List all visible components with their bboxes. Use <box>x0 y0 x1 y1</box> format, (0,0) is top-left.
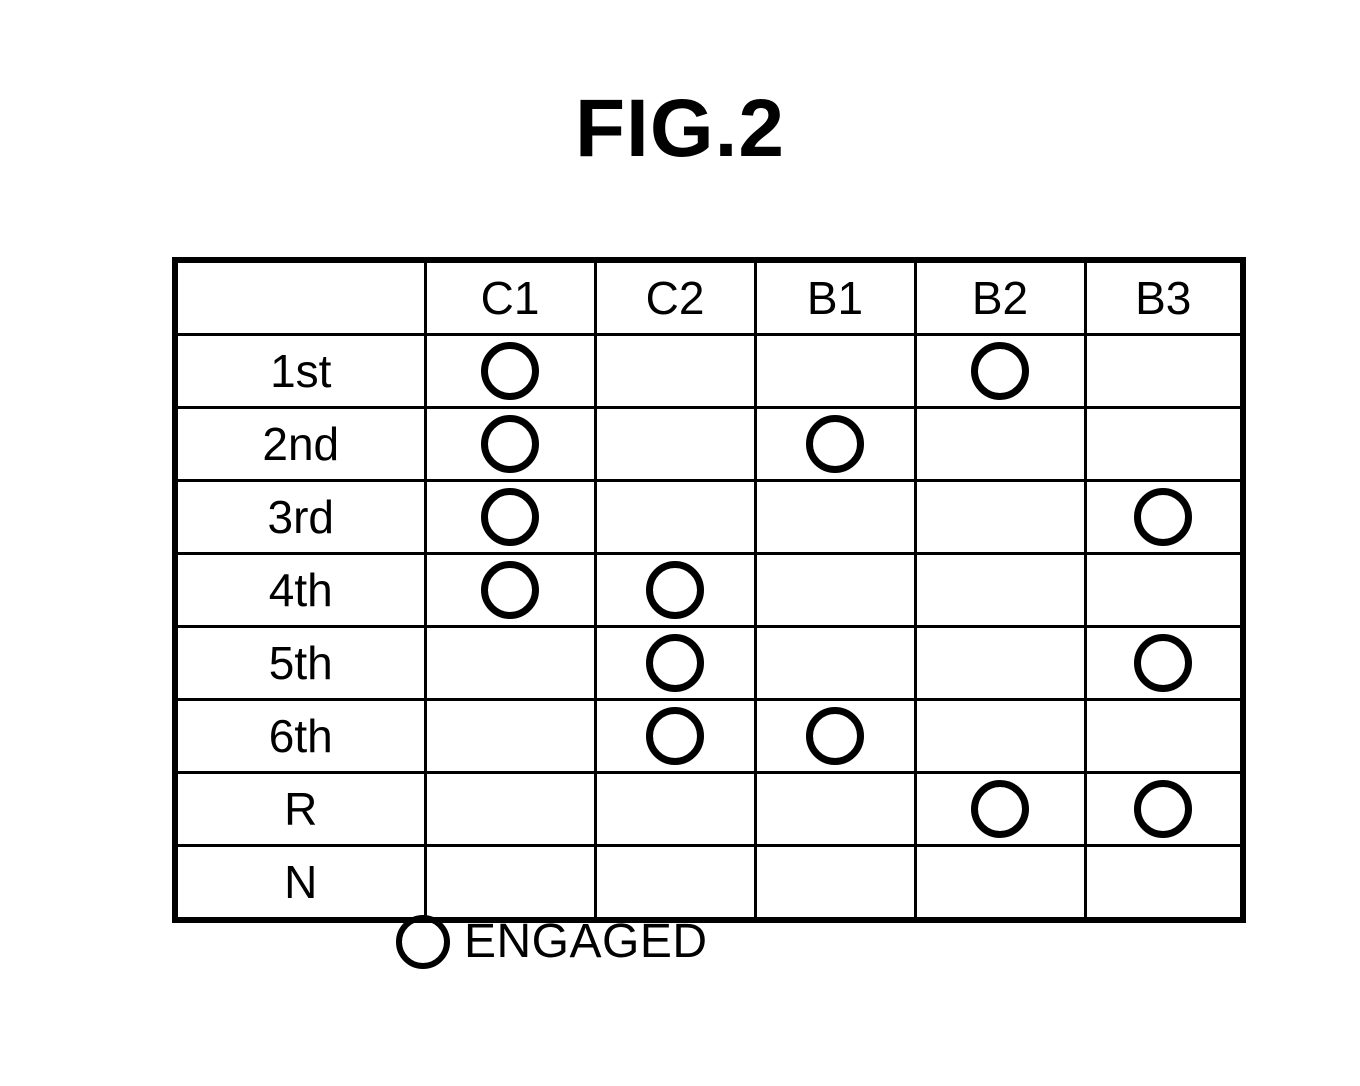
engaged-circle-icon <box>481 342 539 400</box>
table-row: 1st <box>173 333 1245 409</box>
cell-4th-b2 <box>913 552 1087 628</box>
table-row: 3rd <box>173 479 1245 555</box>
cell-n-c2 <box>593 844 757 922</box>
engagement-table: C1 C2 B1 B2 B3 1st 2nd 3rd 4th 5th 6th R N <box>172 257 1246 923</box>
row-label-6th: 6th <box>173 698 427 774</box>
row-label-3rd: 3rd <box>173 479 427 555</box>
engaged-circle-icon <box>806 707 864 765</box>
table-row: 5th <box>173 625 1245 701</box>
cell-2nd-b2 <box>913 406 1087 482</box>
cell-4th-c1 <box>423 552 597 628</box>
cell-4th-b3 <box>1083 552 1245 628</box>
legend-label: ENGAGED <box>464 915 708 968</box>
cell-r-c1 <box>423 771 597 847</box>
table-row: 2nd <box>173 406 1245 482</box>
table-corner-cell <box>173 258 427 336</box>
cell-n-c1 <box>423 844 597 922</box>
engaged-circle-icon <box>646 707 704 765</box>
engaged-circle-icon <box>1134 488 1193 546</box>
table-row: 6th <box>173 698 1245 774</box>
cell-r-b1 <box>753 771 917 847</box>
cell-3rd-c2 <box>593 479 757 555</box>
cell-4th-c2 <box>593 552 757 628</box>
engaged-circle-icon <box>481 415 539 473</box>
column-header-c1: C1 <box>423 258 597 336</box>
row-label-2nd: 2nd <box>173 406 427 482</box>
cell-3rd-b2 <box>913 479 1087 555</box>
cell-3rd-c1 <box>423 479 597 555</box>
cell-n-b1 <box>753 844 917 922</box>
engaged-circle-icon <box>806 415 864 473</box>
row-label-4th: 4th <box>173 552 427 628</box>
cell-6th-c1 <box>423 698 597 774</box>
engaged-circle-icon <box>1134 634 1193 692</box>
cell-6th-b1 <box>753 698 917 774</box>
cell-2nd-c1 <box>423 406 597 482</box>
engaged-circle-icon <box>971 342 1029 400</box>
cell-1st-b3 <box>1083 333 1245 409</box>
cell-1st-c1 <box>423 333 597 409</box>
engaged-circle-icon <box>971 780 1029 838</box>
table-row: N <box>173 844 1245 922</box>
cell-n-b2 <box>913 844 1087 922</box>
column-header-b1: B1 <box>753 258 917 336</box>
engaged-circle-icon <box>481 488 539 546</box>
figure-title: FIG.2 <box>574 83 786 174</box>
cell-6th-c2 <box>593 698 757 774</box>
engaged-circle-icon <box>646 561 704 619</box>
cell-4th-b1 <box>753 552 917 628</box>
engaged-circle-icon <box>646 634 704 692</box>
cell-r-c2 <box>593 771 757 847</box>
legend: ENGAGED <box>396 915 708 969</box>
column-header-c2: C2 <box>593 258 757 336</box>
engaged-circle-icon <box>481 561 539 619</box>
cell-1st-b1 <box>753 333 917 409</box>
cell-2nd-b3 <box>1083 406 1245 482</box>
cell-5th-c2 <box>593 625 757 701</box>
cell-n-b3 <box>1083 844 1245 922</box>
cell-2nd-c2 <box>593 406 757 482</box>
cell-5th-b1 <box>753 625 917 701</box>
table-row: R <box>173 771 1245 847</box>
engaged-circle-icon <box>1134 780 1193 838</box>
cell-r-b2 <box>913 771 1087 847</box>
cell-5th-b3 <box>1083 625 1245 701</box>
table-row: 4th <box>173 552 1245 628</box>
table-header-row: C1 C2 B1 B2 B3 <box>173 258 1245 336</box>
table-body: 1st 2nd 3rd 4th 5th 6th R N <box>173 333 1245 922</box>
row-label-1st: 1st <box>173 333 427 409</box>
cell-6th-b3 <box>1083 698 1245 774</box>
row-label-5th: 5th <box>173 625 427 701</box>
cell-6th-b2 <box>913 698 1087 774</box>
cell-3rd-b1 <box>753 479 917 555</box>
cell-1st-b2 <box>913 333 1087 409</box>
cell-3rd-b3 <box>1083 479 1245 555</box>
cell-5th-c1 <box>423 625 597 701</box>
engagement-table-container: C1 C2 B1 B2 B3 1st 2nd 3rd 4th 5th 6th R N <box>172 257 1246 923</box>
row-label-n: N <box>173 844 427 922</box>
cell-r-b3 <box>1083 771 1245 847</box>
column-header-b3: B3 <box>1083 258 1245 336</box>
column-header-b2: B2 <box>913 258 1087 336</box>
cell-5th-b2 <box>913 625 1087 701</box>
circle-icon <box>396 915 450 969</box>
cell-1st-c2 <box>593 333 757 409</box>
cell-2nd-b1 <box>753 406 917 482</box>
row-label-r: R <box>173 771 427 847</box>
